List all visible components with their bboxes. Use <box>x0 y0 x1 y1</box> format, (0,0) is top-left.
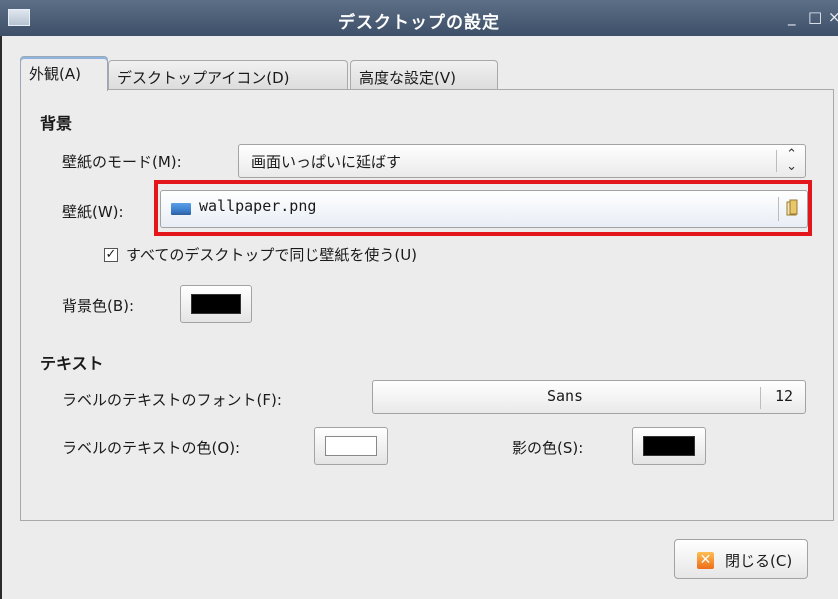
font-size: 12 <box>774 387 793 405</box>
shadow-color-label: 影の色(S): <box>512 439 584 457</box>
text-heading: テキスト <box>40 354 104 373</box>
window-title: デスクトップの設定 <box>338 13 500 33</box>
shadow-color-swatch <box>643 436 695 456</box>
tab-desktop-icons[interactable]: デスクトップアイコン(D) <box>108 60 348 90</box>
wallpaper-highlight-box <box>154 180 812 236</box>
text-color-swatch <box>325 436 377 456</box>
background-color-label: 背景色(B): <box>62 297 135 315</box>
font-name: Sans <box>546 387 584 405</box>
close-x-icon: ✕ <box>697 552 714 569</box>
font-label: ラベルのテキストのフォント(F): <box>62 391 282 409</box>
background-color-button[interactable] <box>180 285 252 323</box>
font-button[interactable]: Sans 12 <box>372 380 806 414</box>
wallpaper-mode-value: 画面いっぱいに延ばす <box>251 153 402 171</box>
close-button-label: 閉じる(C) <box>725 552 793 570</box>
close-button[interactable]: ✕ 閉じる(C) <box>674 539 808 579</box>
same-wallpaper-label: すべてのデスクトップで同じ壁紙を使う(U) <box>126 246 418 264</box>
tab-advanced-label: 高度な設定(V) <box>359 69 456 87</box>
tab-advanced[interactable]: 高度な設定(V) <box>350 60 498 90</box>
wallpaper-mode-combo[interactable]: 画面いっぱいに延ばす ⌃ ⌄ <box>238 144 806 178</box>
maximize-button[interactable]: □ <box>808 8 822 26</box>
close-window-button[interactable]: × <box>828 8 838 26</box>
background-heading: 背景 <box>40 114 73 133</box>
wallpaper-mode-label: 壁紙のモード(M): <box>62 153 182 171</box>
title-bar: デスクトップの設定 _ □ × <box>0 0 838 36</box>
combo-separator <box>776 150 777 172</box>
tab-appearance[interactable]: 外観(A) <box>20 56 108 91</box>
text-color-label: ラベルのテキストの色(O): <box>62 439 241 457</box>
font-separator <box>760 387 761 409</box>
tab-desktop-icons-label: デスクトップアイコン(D) <box>117 69 290 87</box>
shadow-color-button[interactable] <box>632 427 706 465</box>
wallpaper-label: 壁紙(W): <box>62 203 124 221</box>
up-down-arrows-icon: ⌃ ⌄ <box>786 147 797 174</box>
window-frame-left <box>0 36 2 599</box>
tab-appearance-label: 外観(A) <box>29 65 81 83</box>
text-color-button[interactable] <box>314 427 388 465</box>
minimize-button[interactable]: _ <box>788 8 796 26</box>
background-color-swatch <box>191 294 241 314</box>
same-wallpaper-checkbox[interactable]: ✓ <box>104 248 118 262</box>
